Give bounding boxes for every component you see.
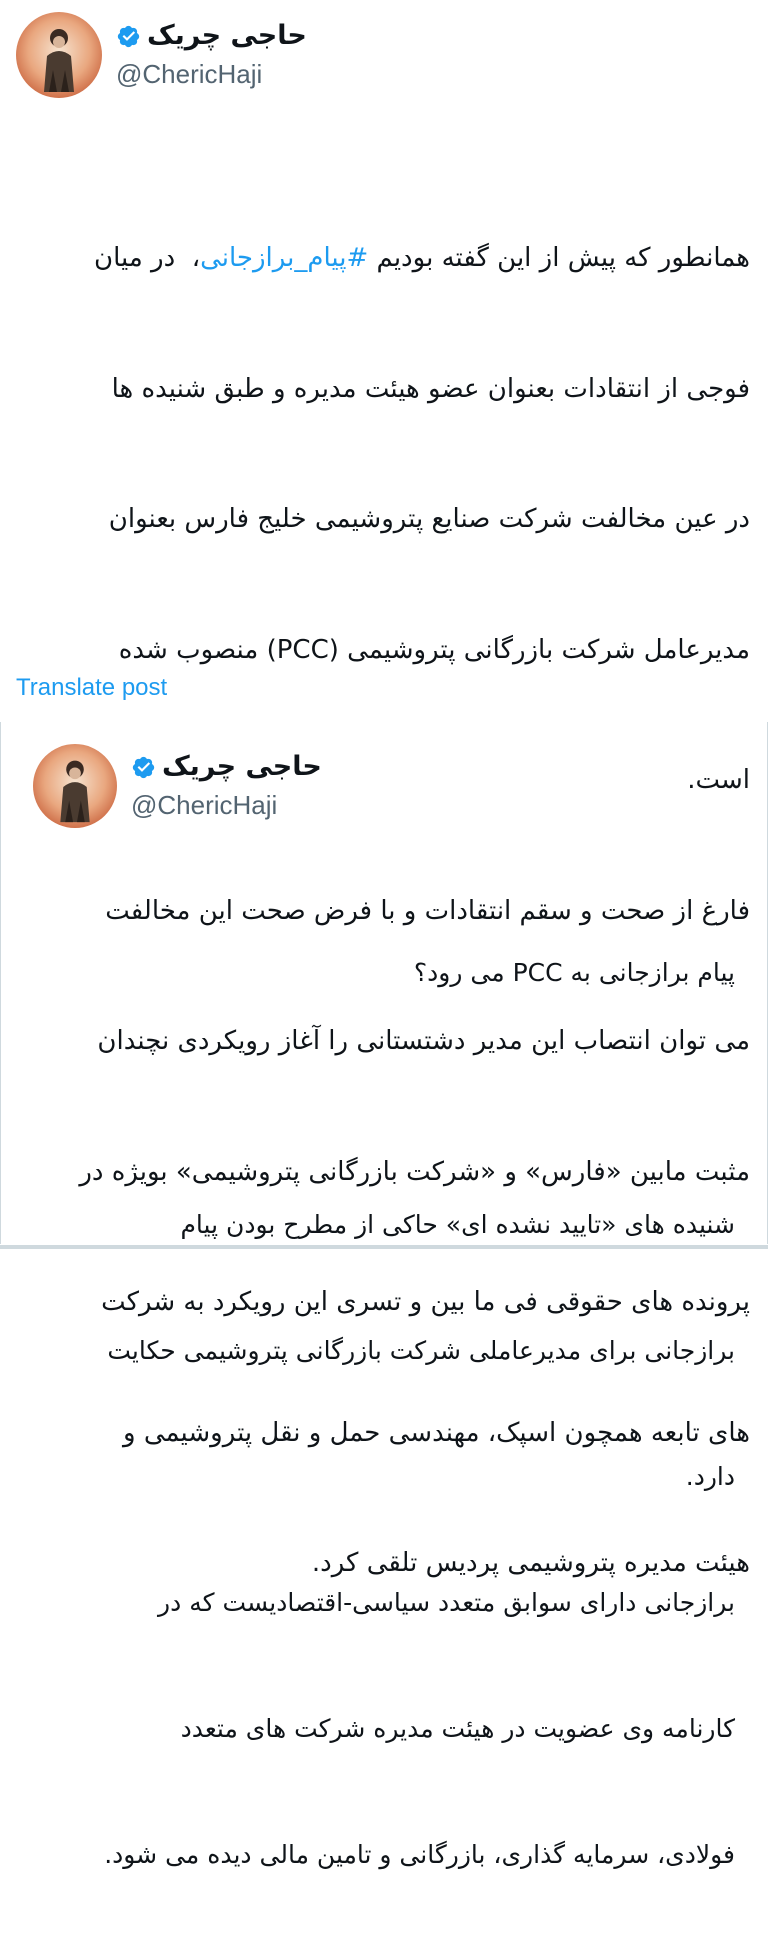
card-bottom-border xyxy=(0,1245,768,1249)
hashtag-link[interactable]: #پیام_برازجانی xyxy=(200,243,368,273)
quoted-author-names: حاجی چریک @ChericHaji xyxy=(131,749,322,823)
body-line: دارد. xyxy=(685,1462,735,1491)
body-line: کارنامه وی عضویت در هیئت مدیره شرکت های … xyxy=(180,1714,735,1743)
body-line: همانطور که پیش از این گفته بودیم #پیام_ب… xyxy=(10,237,750,281)
quoted-tweet-card[interactable]: حاجی چریک @ChericHaji پیام برازجانی به P… xyxy=(0,722,768,1869)
verified-badge-icon xyxy=(116,24,141,49)
quoted-title: پیام برازجانی به PCC می رود؟ xyxy=(413,958,735,987)
body-text-segment: ، در میان xyxy=(93,243,201,273)
author-display-name[interactable]: حاجی چریک xyxy=(147,18,307,54)
translate-post-link[interactable]: Translate post xyxy=(16,674,167,702)
verified-badge-icon xyxy=(131,755,156,780)
quoted-author-display-name[interactable]: حاجی چریک xyxy=(162,749,322,785)
author-handle[interactable]: @ChericHaji xyxy=(116,56,307,92)
body-line: مدیرعامل شرکت بازرگانی پتروشیمی (PCC) من… xyxy=(118,634,750,665)
body-text-segment: همانطور که پیش از این گفته بودیم xyxy=(368,243,751,273)
author-names: حاجی چریک @ChericHaji xyxy=(116,18,307,92)
name-row: حاجی چریک xyxy=(131,749,322,785)
quoted-author-header[interactable]: حاجی چریک @ChericHaji xyxy=(33,744,322,828)
body-line: برازجانی برای مدیرعاملی شرکت بازرگانی پت… xyxy=(107,1336,735,1365)
avatar-portrait-icon xyxy=(16,12,102,98)
avatar-portrait-icon xyxy=(33,744,117,828)
body-line: در عین مخالفت شرکت صنایع پتروشیمی خلیج ف… xyxy=(108,504,750,534)
quoted-tweet-body: پیام برازجانی به PCC می رود؟ شنیده های «… xyxy=(25,868,735,1960)
name-row: حاجی چریک xyxy=(116,18,307,54)
quoted-author-avatar[interactable] xyxy=(33,744,117,828)
author-avatar[interactable] xyxy=(16,12,102,98)
body-line: شنیده های «تایید نشده ای» حاکی از مطرح ب… xyxy=(180,1210,735,1239)
main-tweet: حاجی چریک @ChericHaji همانطور که پیش از … xyxy=(0,0,768,1578)
quoted-author-handle[interactable]: @ChericHaji xyxy=(131,787,322,823)
body-line: برازجانی دارای سوابق متعدد سیاسی-اقتصادی… xyxy=(158,1588,735,1617)
body-line: فولادی، سرمایه گذاری، بازرگانی و تامین م… xyxy=(104,1840,735,1869)
body-line: فوجی از انتقادات بعنوان عضو هیئت مدیره و… xyxy=(111,373,750,404)
tweet-author-header[interactable]: حاجی چریک @ChericHaji xyxy=(16,12,307,98)
